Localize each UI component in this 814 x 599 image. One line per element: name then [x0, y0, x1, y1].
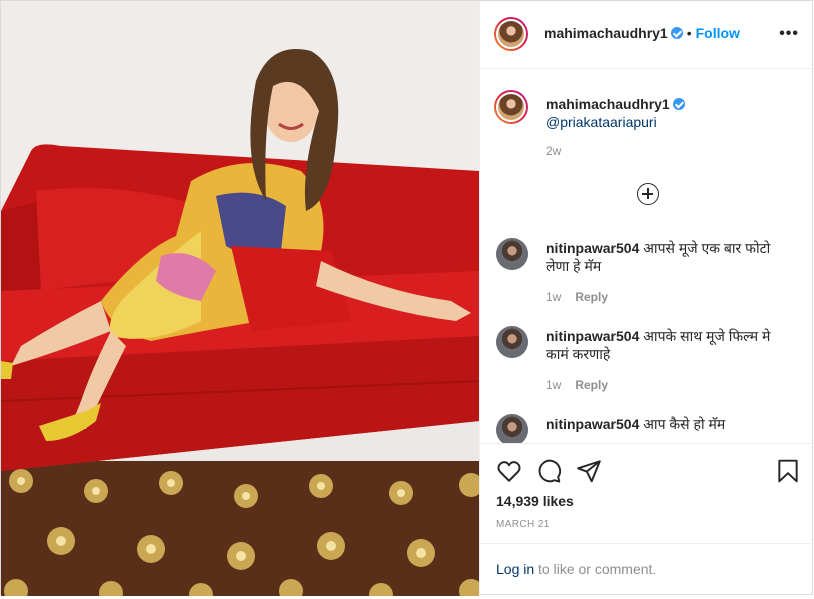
caption-username-row: mahimachaudhry1 — [546, 96, 685, 114]
verified-badge-icon — [672, 98, 685, 110]
load-more-comments-icon[interactable] — [637, 183, 659, 205]
comment-meta: 1w Reply — [546, 376, 608, 394]
post-modal: mahimachaudhry1 • Follow ••• mahimachaudhr… — [0, 0, 814, 596]
heart-icon[interactable] — [496, 458, 522, 484]
commenter-avatar[interactable] — [496, 238, 528, 270]
caption-time: 2w — [546, 144, 562, 158]
more-options-icon[interactable]: ••• — [779, 25, 799, 43]
login-prompt: Log in to like or comment. — [480, 543, 814, 597]
caption-avatar[interactable] — [494, 90, 528, 124]
header-title-row: mahimachaudhry1 • Follow — [544, 25, 740, 43]
reply-button[interactable]: Reply — [575, 378, 608, 392]
author-username[interactable]: mahimachaudhry1 — [544, 25, 668, 41]
comment-item: nitinpawar504 आप कैसे हो मॅम — [480, 401, 814, 443]
comment-username[interactable]: nitinpawar504 — [546, 240, 639, 256]
bookmark-icon[interactable] — [775, 458, 801, 484]
comment-text: आप कैसे हो मॅम — [643, 416, 726, 432]
comment-meta: 1w Reply — [546, 288, 608, 306]
comment-body: nitinpawar504 आपसे मूजे एक बार फोटो लेणा… — [546, 239, 786, 275]
login-prompt-text: to like or comment. — [534, 561, 657, 577]
comment-username[interactable]: nitinpawar504 — [546, 328, 639, 344]
comment-time: 1w — [546, 378, 562, 392]
post-photo — [1, 1, 479, 596]
comment-username[interactable]: nitinpawar504 — [546, 416, 639, 432]
follow-button[interactable]: Follow — [696, 25, 740, 41]
follow-separator: • — [686, 25, 692, 41]
caption-mention[interactable]: @priakataariapuri — [546, 114, 657, 130]
login-link[interactable]: Log in — [496, 561, 534, 577]
comment-icon[interactable] — [536, 458, 562, 484]
comment-body: nitinpawar504 आप कैसे हो मॅम — [546, 415, 786, 433]
caption-username[interactable]: mahimachaudhry1 — [546, 96, 670, 112]
commenter-avatar[interactable] — [496, 414, 528, 443]
comment-body: nitinpawar504 आपके साथ मूजे फिल्म मे काम… — [546, 327, 786, 363]
commenter-avatar[interactable] — [496, 326, 528, 358]
author-avatar[interactable] — [494, 17, 528, 51]
post-header: mahimachaudhry1 • Follow ••• — [480, 1, 814, 69]
verified-badge-icon — [670, 27, 683, 39]
share-icon[interactable] — [576, 458, 602, 484]
post-date: MARCH 21 — [496, 519, 550, 530]
likes-count[interactable]: 14,939 likes — [496, 493, 574, 509]
reply-button[interactable]: Reply — [575, 290, 608, 304]
post-actions: 14,939 likes MARCH 21 Log in to like or … — [480, 443, 814, 596]
post-side-panel: mahimachaudhry1 • Follow ••• mahimachaudhr… — [479, 1, 814, 596]
comment-time: 1w — [546, 290, 562, 304]
